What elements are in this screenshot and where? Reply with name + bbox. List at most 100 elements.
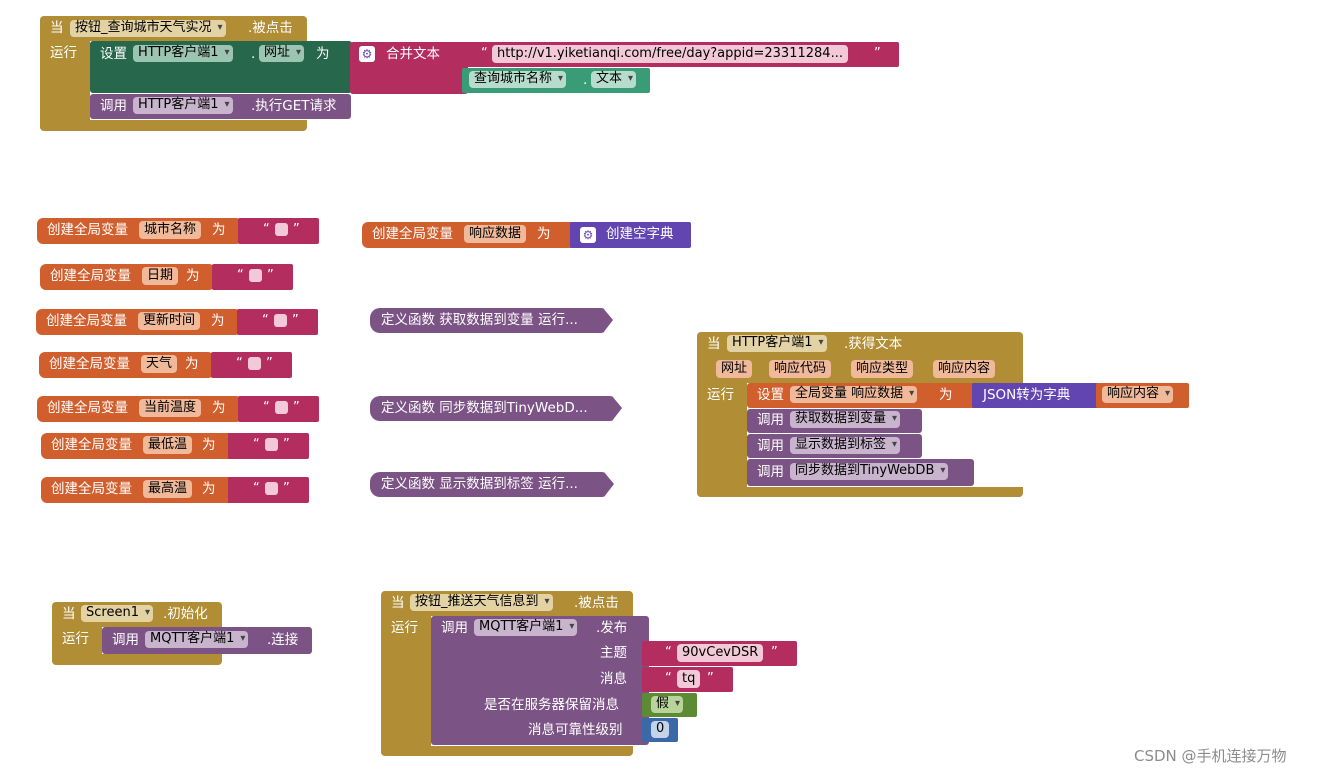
var-name[interactable]: 更新时间	[138, 312, 201, 330]
fn2-dropdown[interactable]: 显示数据到标签	[790, 437, 901, 454]
dot-label: .	[251, 46, 256, 62]
dot-label-2: .	[583, 72, 588, 88]
empty-string-box	[249, 269, 262, 282]
run-label: 运行	[707, 387, 734, 403]
var-label: 创建全局变量	[47, 400, 128, 416]
connect-label: .连接	[267, 632, 299, 648]
var-name[interactable]: 当前温度	[139, 399, 202, 417]
button-dropdown[interactable]: 按钮_推送天气信息到	[410, 594, 553, 611]
topic-label: 主题	[600, 645, 627, 661]
client-dropdown[interactable]: HTTP客户端1	[727, 335, 827, 352]
close-quote: ”	[771, 645, 778, 660]
open-quote: “	[236, 356, 243, 371]
fn3-dropdown[interactable]: 同步数据到TinyWebDB	[790, 463, 949, 480]
qos-label: 消息可靠性级别	[528, 722, 623, 738]
proc-show-data-label: 定义函数 显示数据到标签 运行...	[381, 476, 578, 492]
got-text-label: .获得文本	[844, 336, 903, 352]
empty-string-box	[274, 314, 287, 327]
to-label: 为	[537, 226, 551, 242]
var-label: 创建全局变量	[50, 268, 131, 284]
to-label: 为	[211, 313, 225, 329]
retain-label: 是否在服务器保留消息	[484, 697, 619, 713]
var-label: 创建全局变量	[46, 313, 127, 329]
open-quote: “	[262, 313, 269, 328]
var-label: 创建全局变量	[372, 226, 453, 242]
run-label: 运行	[62, 631, 89, 647]
url-text-value[interactable]: http://v1.yiketianqi.com/free/day?appid=…	[492, 45, 848, 63]
call-label: 调用	[757, 464, 784, 480]
get-label: .执行GET请求	[251, 98, 337, 114]
json-label: JSON转为字典	[983, 387, 1071, 403]
to-label: 为	[202, 437, 216, 453]
to-label: 为	[185, 356, 199, 372]
url-prop-dropdown[interactable]: 网址	[259, 45, 305, 62]
close-quote: ”	[874, 46, 881, 61]
to-label: 为	[939, 387, 953, 403]
proc-tail	[603, 308, 613, 333]
var-name[interactable]: 日期	[142, 267, 179, 285]
join-label: 合并文本	[386, 46, 440, 62]
empty-string-box	[265, 438, 278, 451]
watermark: CSDN @手机连接万物	[1134, 747, 1287, 765]
city-input-dropdown[interactable]: 查询城市名称	[469, 71, 567, 88]
to-label: 为	[186, 268, 200, 284]
var-name[interactable]: 最低温	[143, 436, 193, 454]
call-label: 调用	[757, 438, 784, 454]
open-quote: “	[481, 46, 488, 61]
gear-icon[interactable]: ⚙	[580, 227, 596, 243]
close-quote: ”	[283, 481, 290, 496]
call-label: 调用	[441, 620, 468, 636]
empty-string-box	[275, 223, 288, 236]
mqtt-dropdown[interactable]: MQTT客户端1	[474, 619, 578, 636]
close-quote: ”	[283, 437, 290, 452]
client-dropdown-2[interactable]: HTTP客户端1	[133, 97, 233, 114]
call-label: 调用	[112, 632, 139, 648]
call-label: 调用	[100, 98, 127, 114]
qos-value[interactable]: 0	[651, 721, 670, 738]
msg-value[interactable]: tq	[677, 670, 701, 688]
var-name[interactable]: 天气	[141, 355, 178, 373]
proc-tail	[612, 396, 622, 421]
button-dropdown[interactable]: 按钮_查询城市天气实况	[70, 20, 226, 37]
close-quote: ”	[293, 222, 300, 237]
var-label: 创建全局变量	[51, 481, 132, 497]
mqtt-dropdown[interactable]: MQTT客户端1	[145, 631, 249, 648]
publish-label: .发布	[596, 620, 628, 636]
when-label: 当	[62, 606, 76, 622]
text-prop-dropdown[interactable]: 文本	[591, 71, 637, 88]
gear-icon[interactable]: ⚙	[359, 46, 375, 62]
param-response-type[interactable]: 响应类型	[851, 360, 914, 378]
param-response-content[interactable]: 响应内容	[933, 360, 996, 378]
content-dropdown[interactable]: 响应内容	[1102, 386, 1174, 403]
var-name[interactable]: 响应数据	[464, 225, 527, 243]
when-label: 当	[50, 20, 64, 36]
var-name[interactable]: 城市名称	[139, 221, 202, 239]
to-label: 为	[316, 46, 330, 62]
screen-dropdown[interactable]: Screen1	[81, 605, 153, 622]
param-url[interactable]: 网址	[716, 360, 753, 378]
var-dropdown[interactable]: 全局变量 响应数据	[790, 386, 918, 403]
set-label: 设置	[757, 387, 784, 403]
fn1-dropdown[interactable]: 获取数据到变量	[790, 411, 901, 428]
var-label: 创建全局变量	[51, 437, 132, 453]
dict-label: 创建空字典	[606, 226, 674, 242]
var-name[interactable]: 最高温	[143, 480, 193, 498]
open-quote: “	[263, 400, 270, 415]
open-quote: “	[665, 671, 672, 686]
proc-sync-data-label: 定义函数 同步数据到TinyWebD...	[381, 400, 588, 416]
when-label: 当	[391, 595, 405, 611]
close-quote: ”	[707, 671, 714, 686]
param-response-code[interactable]: 响应代码	[769, 360, 832, 378]
retain-dropdown[interactable]: 假	[651, 696, 684, 713]
set-label: 设置	[100, 46, 127, 62]
topic-value[interactable]: 90vCevDSR	[677, 644, 764, 662]
empty-string-box	[275, 401, 288, 414]
empty-string-box	[265, 482, 278, 495]
clicked-label: .被点击	[248, 20, 293, 36]
proc-tail	[604, 472, 614, 497]
call-label: 调用	[757, 412, 784, 428]
client-dropdown[interactable]: HTTP客户端1	[133, 45, 233, 62]
close-quote: ”	[293, 400, 300, 415]
open-quote: “	[263, 222, 270, 237]
init-label: .初始化	[163, 606, 208, 622]
